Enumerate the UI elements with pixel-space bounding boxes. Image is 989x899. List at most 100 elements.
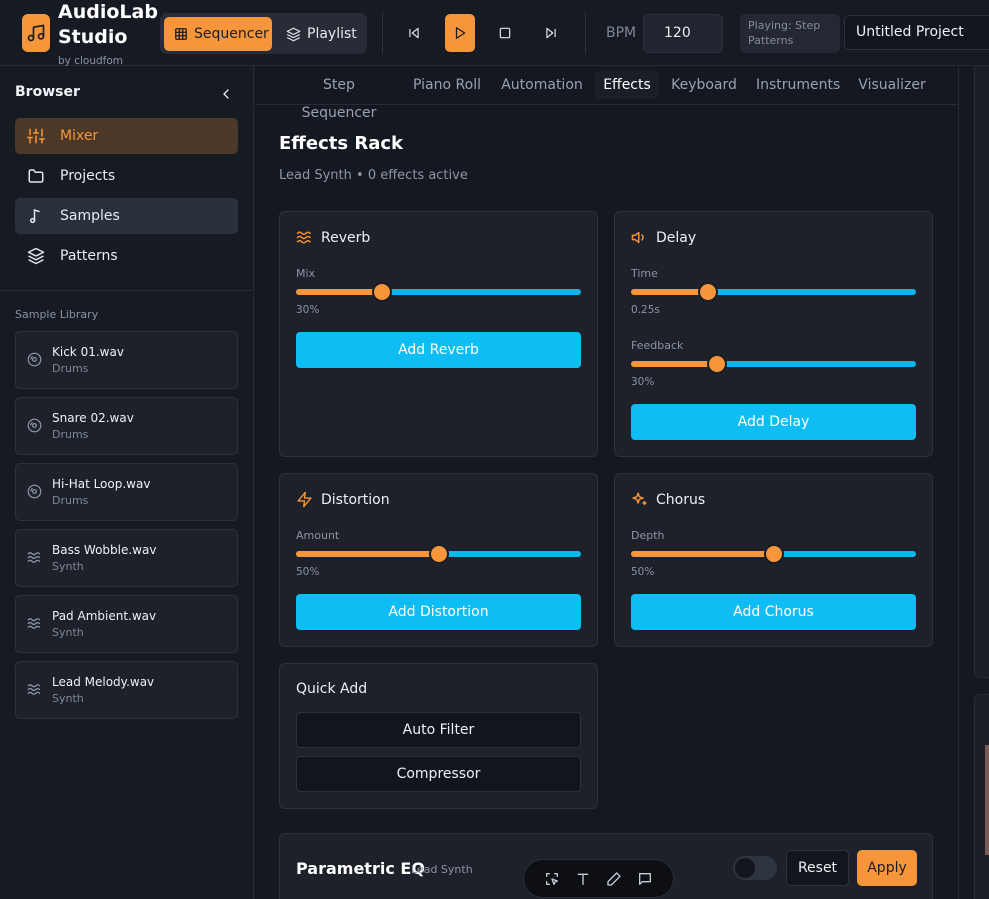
- nav-item-label: Mixer: [60, 128, 99, 144]
- sample-item[interactable]: Pad Ambient.wav Synth: [15, 595, 238, 653]
- skip-forward-button[interactable]: [536, 14, 566, 52]
- toggle-knob: [735, 858, 755, 878]
- eq-enable-toggle[interactable]: [733, 856, 777, 880]
- select-icon[interactable]: [544, 871, 560, 887]
- slider-fill: [631, 361, 717, 367]
- delay-time-slider[interactable]: [631, 282, 916, 302]
- play-button[interactable]: [445, 14, 475, 52]
- eq-subtitle: Lead Synth: [411, 863, 473, 876]
- comment-icon[interactable]: [637, 871, 653, 887]
- sequencer-mode-label: Sequencer: [194, 26, 269, 42]
- tab-effects[interactable]: Effects: [595, 71, 659, 99]
- compressor-button[interactable]: Compressor: [296, 756, 581, 792]
- bpm-input[interactable]: 120: [643, 14, 723, 53]
- auto-filter-button[interactable]: Auto Filter: [296, 712, 581, 748]
- quick-add-card: Quick Add Auto Filter Compressor: [279, 663, 598, 809]
- disc-icon: [27, 484, 42, 499]
- browser-title: Browser: [15, 84, 80, 100]
- tab-keyboard[interactable]: Keyboard: [670, 71, 738, 99]
- add-delay-button[interactable]: Add Delay: [631, 404, 916, 440]
- mix-value: 30%: [296, 304, 320, 316]
- skip-back-button[interactable]: [399, 14, 429, 52]
- playlist-mode-label: Playlist: [307, 26, 357, 42]
- toolbar-divider: [382, 12, 383, 54]
- quick-add-title: Quick Add: [296, 681, 368, 697]
- chorus-depth-slider[interactable]: [631, 544, 916, 564]
- stop-icon: [498, 26, 512, 40]
- disc-icon: [27, 352, 42, 367]
- text-icon[interactable]: [575, 871, 591, 887]
- sample-library-title: Sample Library: [15, 308, 99, 321]
- sidebar-divider: [0, 290, 254, 291]
- distortion-amount-slider[interactable]: [296, 544, 581, 564]
- music-note-icon: [27, 207, 45, 225]
- zap-icon: [296, 491, 313, 508]
- distortion-header: Distortion: [296, 491, 390, 508]
- sample-item[interactable]: Lead Melody.wav Synth: [15, 661, 238, 719]
- delay-feedback-slider[interactable]: [631, 354, 916, 374]
- tab-bar: Step Sequencer Piano Roll Automation Eff…: [255, 66, 958, 121]
- tab-automation[interactable]: Automation: [501, 71, 583, 99]
- slider-fill: [296, 551, 439, 557]
- preview-image: [985, 745, 989, 855]
- sample-item[interactable]: Kick 01.wav Drums: [15, 331, 238, 389]
- playlist-mode-button[interactable]: Playlist: [276, 17, 364, 51]
- slider-thumb[interactable]: [371, 282, 392, 302]
- nav-item-patterns[interactable]: Patterns: [15, 238, 238, 274]
- tab-piano-roll[interactable]: Piano Roll: [411, 71, 483, 99]
- reverb-mix-slider[interactable]: [296, 282, 581, 302]
- sample-category: Synth: [52, 560, 84, 573]
- add-reverb-button[interactable]: Add Reverb: [296, 332, 581, 368]
- tab-visualizer[interactable]: Visualizer: [857, 71, 927, 99]
- right-panel: [958, 66, 989, 899]
- sample-category: Drums: [52, 494, 89, 507]
- sample-item[interactable]: Hi-Hat Loop.wav Drums: [15, 463, 238, 521]
- slider-thumb[interactable]: [706, 354, 727, 374]
- slider-thumb[interactable]: [763, 544, 784, 564]
- sample-category: Drums: [52, 362, 89, 375]
- collapse-sidebar-button[interactable]: [218, 86, 234, 102]
- reset-button[interactable]: Reset: [786, 850, 849, 886]
- distortion-title: Distortion: [321, 491, 390, 508]
- side-card: [974, 694, 989, 899]
- sample-category: Synth: [52, 626, 84, 639]
- pen-icon[interactable]: [606, 871, 622, 887]
- amount-value: 50%: [296, 566, 320, 578]
- waves-icon: [27, 616, 42, 631]
- skip-forward-icon: [544, 26, 558, 40]
- layers-icon: [286, 27, 301, 42]
- stop-button[interactable]: [490, 14, 520, 52]
- sample-name: Lead Melody.wav: [52, 675, 155, 689]
- add-distortion-button[interactable]: Add Distortion: [296, 594, 581, 630]
- tab-step-sequencer[interactable]: Step Sequencer: [287, 71, 391, 121]
- waves-icon: [27, 550, 42, 565]
- nav-item-label: Samples: [60, 208, 120, 224]
- speaker-icon: [631, 229, 648, 246]
- slider-thumb[interactable]: [428, 544, 449, 564]
- waves-icon: [296, 229, 313, 246]
- delay-title: Delay: [656, 229, 697, 246]
- sample-item[interactable]: Bass Wobble.wav Synth: [15, 529, 238, 587]
- floating-toolbar: [523, 859, 674, 898]
- mix-label: Mix: [296, 267, 316, 280]
- app-header: AudioLab Studio by cloudfom Sequencer Pl…: [0, 0, 989, 67]
- nav-item-projects[interactable]: Projects: [15, 158, 238, 194]
- tab-instruments[interactable]: Instruments: [756, 71, 840, 99]
- chorus-card: Chorus Depth 50% Add Chorus: [614, 473, 933, 647]
- project-name-input[interactable]: Untitled Project: [844, 15, 989, 50]
- depth-label: Depth: [631, 529, 665, 542]
- apply-button[interactable]: Apply: [857, 850, 917, 886]
- nav-item-mixer[interactable]: Mixer: [15, 118, 238, 154]
- side-card: [974, 66, 989, 678]
- sequencer-mode-button[interactable]: Sequencer: [164, 17, 272, 51]
- add-chorus-button[interactable]: Add Chorus: [631, 594, 916, 630]
- chorus-title: Chorus: [656, 491, 706, 508]
- sample-name: Hi-Hat Loop.wav: [52, 477, 151, 491]
- grid-icon: [174, 27, 188, 41]
- nav-item-samples[interactable]: Samples: [15, 198, 238, 234]
- distortion-card: Distortion Amount 50% Add Distortion: [279, 473, 598, 647]
- reverb-card: Reverb Mix 30% Add Reverb: [279, 211, 598, 457]
- logo: [22, 14, 50, 52]
- slider-thumb[interactable]: [697, 282, 718, 302]
- sample-item[interactable]: Snare 02.wav Drums: [15, 397, 238, 455]
